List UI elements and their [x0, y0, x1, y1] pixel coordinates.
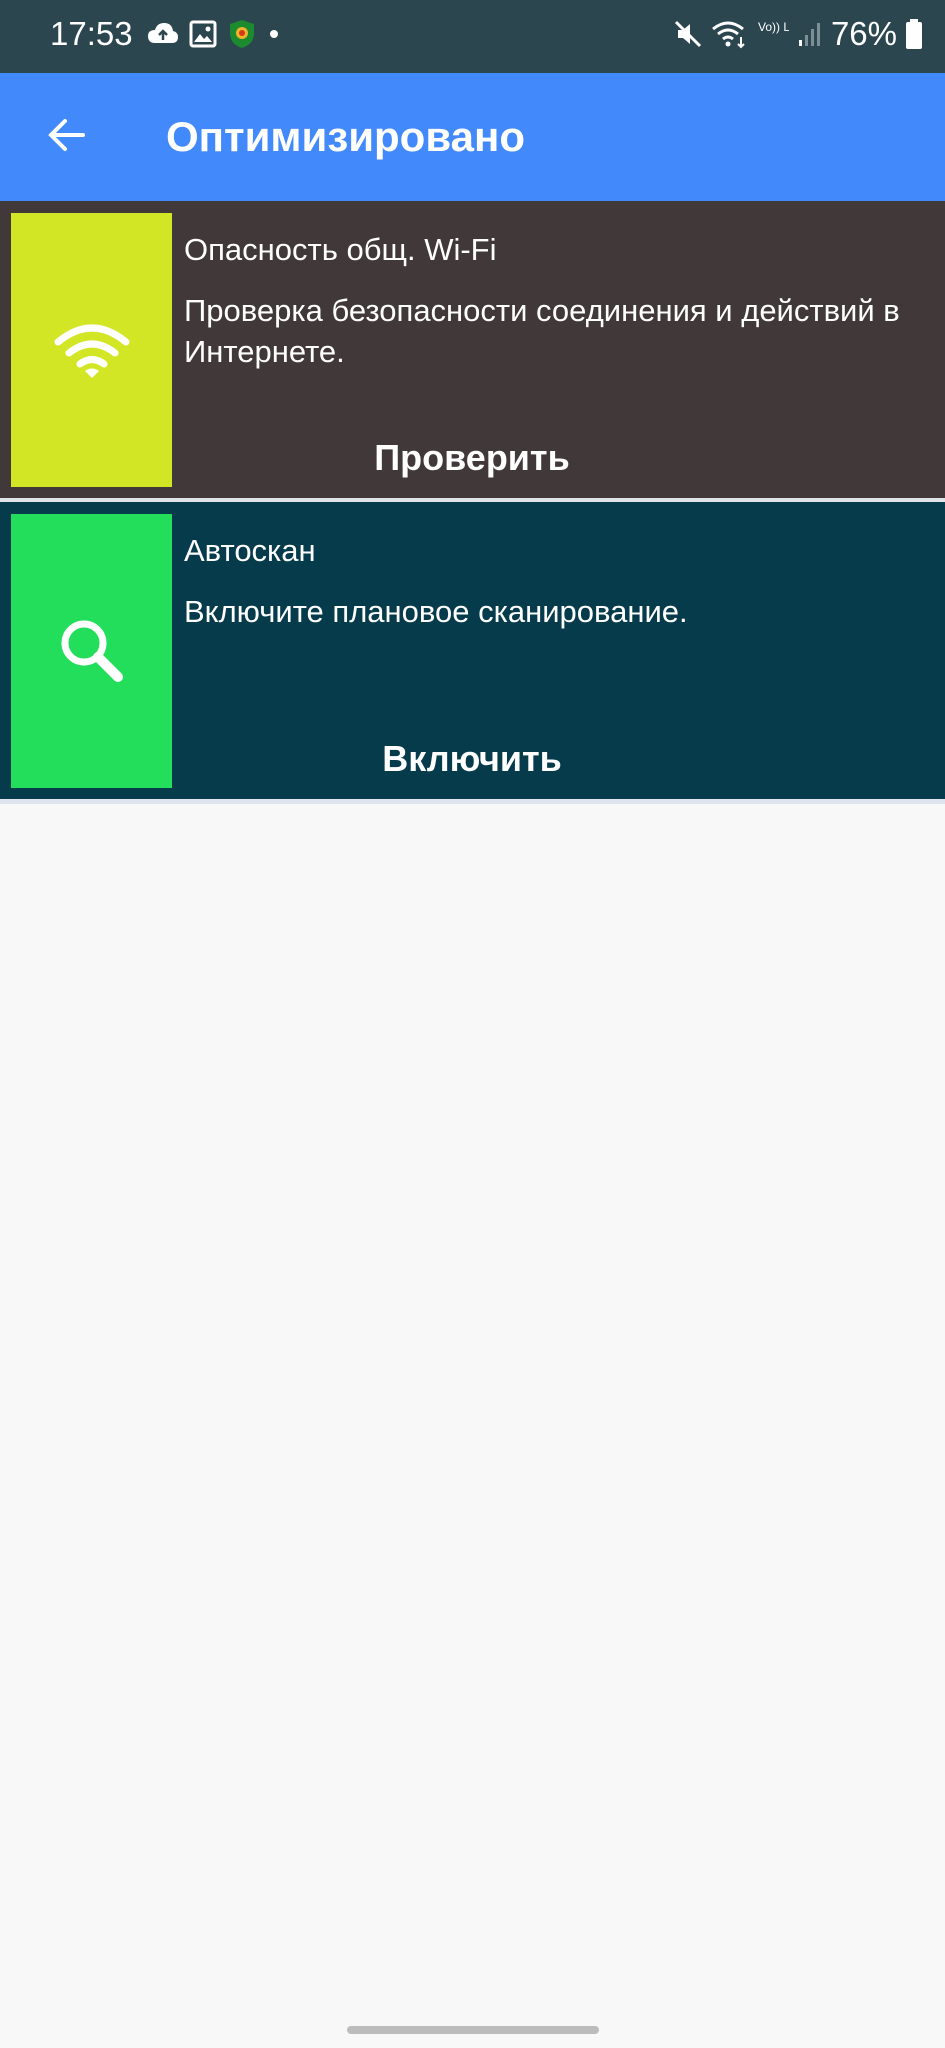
check-button[interactable]: Проверить — [172, 437, 772, 479]
card-icon-tile — [11, 514, 172, 788]
gesture-nav-handle[interactable] — [347, 2026, 599, 2034]
shield-app-icon — [230, 20, 254, 48]
card-title: Опасность общ. Wi-Fi — [184, 232, 497, 267]
svg-text:Vo)) LTE1: Vo)) LTE1 — [758, 20, 789, 34]
mute-icon — [674, 20, 701, 48]
card-description: Включите плановое сканирование. — [184, 594, 688, 629]
enable-button[interactable]: Включить — [172, 738, 772, 780]
image-icon — [189, 20, 217, 48]
card-icon-tile — [11, 213, 172, 487]
card-description: Проверка безопасности соединения и дейст… — [184, 293, 900, 369]
cell-signal-icon — [798, 23, 820, 46]
back-button[interactable] — [40, 108, 94, 162]
list-end-divider — [0, 799, 945, 804]
status-notification-icons — [147, 18, 281, 50]
battery-percent: 76% — [830, 15, 897, 52]
wifi-icon — [54, 324, 129, 378]
status-bar: 17:53 Vo)) L 76% — [0, 0, 945, 73]
cloud-upload-icon — [148, 23, 178, 43]
app-bar: Оптимизировано — [0, 73, 945, 201]
battery-icon — [906, 19, 922, 49]
card-title: Автоскан — [184, 533, 316, 568]
card-public-wifi: Опасность общ. Wi-Fi Проверка безопаснос… — [0, 201, 945, 498]
status-time: 17:53 — [50, 15, 133, 52]
card-autoscan: Автоскан Включите плановое сканирование.… — [0, 502, 945, 799]
status-system-icons: Vo)) LTE1 76% — [673, 15, 923, 53]
back-arrow-icon — [48, 119, 85, 151]
search-icon — [61, 620, 123, 682]
dot-icon — [270, 30, 278, 38]
wifi-signal-icon — [712, 21, 745, 49]
page-title: Оптимизировано — [166, 113, 525, 160]
lte-icon: Vo)) LTE1 — [758, 20, 789, 34]
